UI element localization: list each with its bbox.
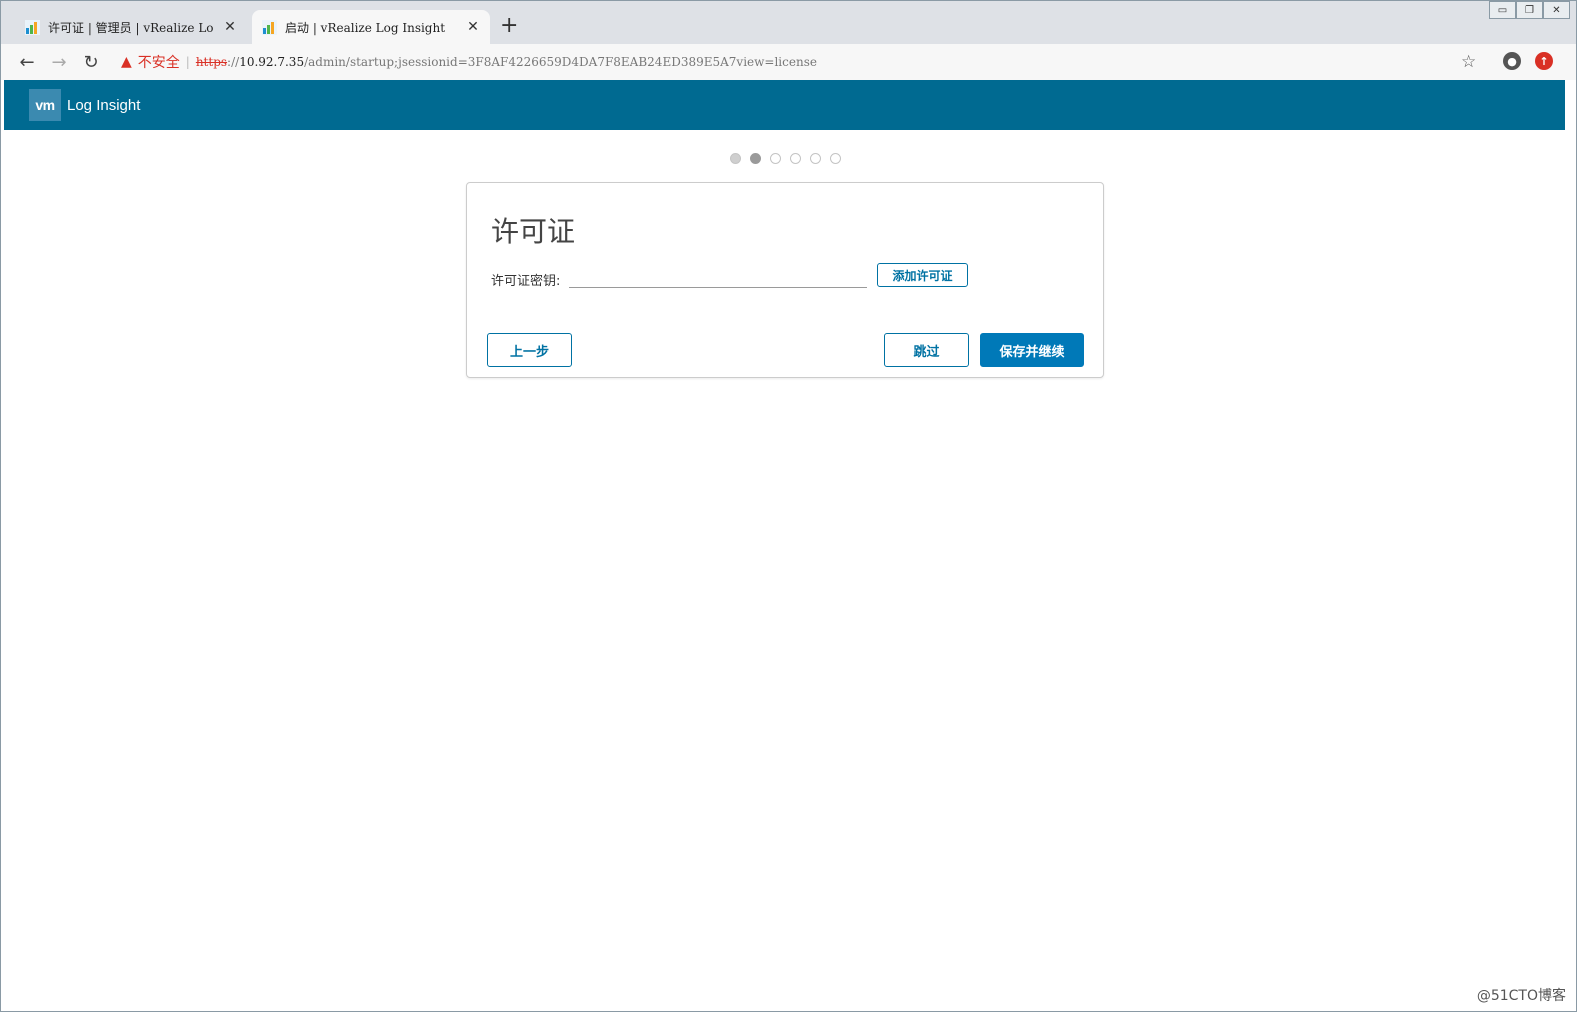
wizard-stepper	[730, 153, 841, 164]
divider: |	[185, 55, 190, 69]
url-scheme: https	[195, 55, 228, 69]
url-text[interactable]: https://10.92.7.35/admin/startup;jsessio…	[196, 55, 817, 69]
restore-button[interactable]: ❐	[1516, 1, 1543, 19]
license-card: 许可证 许可证密钥: 添加许可证 上一步 跳过 保存并继续	[466, 182, 1104, 378]
watermark: @51CTO博客	[1476, 988, 1566, 1004]
bookmark-star-icon[interactable]: ☆	[1461, 52, 1476, 72]
save-and-continue-button[interactable]: 保存并继续	[980, 333, 1084, 367]
close-icon[interactable]: ✕	[221, 19, 239, 35]
license-key-input[interactable]	[569, 267, 867, 288]
url-path: /admin/startup;jsessionid=3F8AF4226659D4…	[304, 55, 817, 69]
step-dot-5	[810, 153, 821, 164]
step-dot-3	[770, 153, 781, 164]
browser-window: 许可证 | 管理员 | vRealize Lo ✕ 启动 | vRealize …	[0, 0, 1577, 1012]
page-title: 许可证	[491, 215, 576, 248]
warning-triangle-icon[interactable]: ▲	[121, 54, 132, 70]
forward-arrow-icon[interactable]: →	[43, 46, 75, 78]
back-button[interactable]: 上一步	[487, 333, 572, 367]
close-window-button[interactable]: ✕	[1543, 1, 1570, 19]
address-bar[interactable]: ▲ 不安全 | https://10.92.7.35/admin/startup…	[113, 48, 1489, 76]
update-arrow-icon[interactable]: ↑	[1535, 52, 1553, 70]
vrealize-favicon-icon	[25, 19, 40, 35]
back-arrow-icon[interactable]: ←	[11, 46, 43, 78]
tab-startup[interactable]: 启动 | vRealize Log Insight ✕	[252, 10, 490, 44]
tab-license-admin[interactable]: 许可证 | 管理员 | vRealize Lo ✕	[15, 10, 247, 44]
new-tab-button[interactable]: +	[500, 15, 518, 37]
security-status[interactable]: 不安全	[138, 52, 180, 72]
browser-toolbar: ← → ↻ ▲ 不安全 | https://10.92.7.35/admin/s…	[1, 44, 1576, 80]
skip-button[interactable]: 跳过	[884, 333, 969, 367]
close-icon[interactable]: ✕	[464, 19, 482, 35]
step-dot-6	[830, 153, 841, 164]
app-header: vm Log Insight	[4, 80, 1565, 130]
license-key-label: 许可证密钥:	[491, 274, 561, 289]
minimize-button[interactable]: ▭	[1489, 1, 1516, 19]
step-dot-1	[730, 153, 741, 164]
step-dot-4	[790, 153, 801, 164]
vrealize-favicon-icon	[262, 19, 277, 35]
profile-avatar-icon[interactable]: ●	[1503, 52, 1521, 70]
tab-strip: 许可证 | 管理员 | vRealize Lo ✕ 启动 | vRealize …	[1, 1, 1576, 44]
tab-title: 许可证 | 管理员 | vRealize Lo	[48, 20, 214, 35]
tab-title: 启动 | vRealize Log Insight	[285, 20, 446, 35]
vmware-logo[interactable]: vm	[29, 89, 61, 121]
step-dot-2	[750, 153, 761, 164]
url-host: 10.92.7.35	[239, 55, 305, 69]
add-license-button[interactable]: 添加许可证	[877, 263, 968, 287]
url-separator: ://	[227, 55, 240, 69]
reload-icon[interactable]: ↻	[75, 46, 107, 78]
window-controls: ▭ ❐ ✕	[1489, 1, 1570, 19]
product-name[interactable]: Log Insight	[67, 97, 140, 114]
